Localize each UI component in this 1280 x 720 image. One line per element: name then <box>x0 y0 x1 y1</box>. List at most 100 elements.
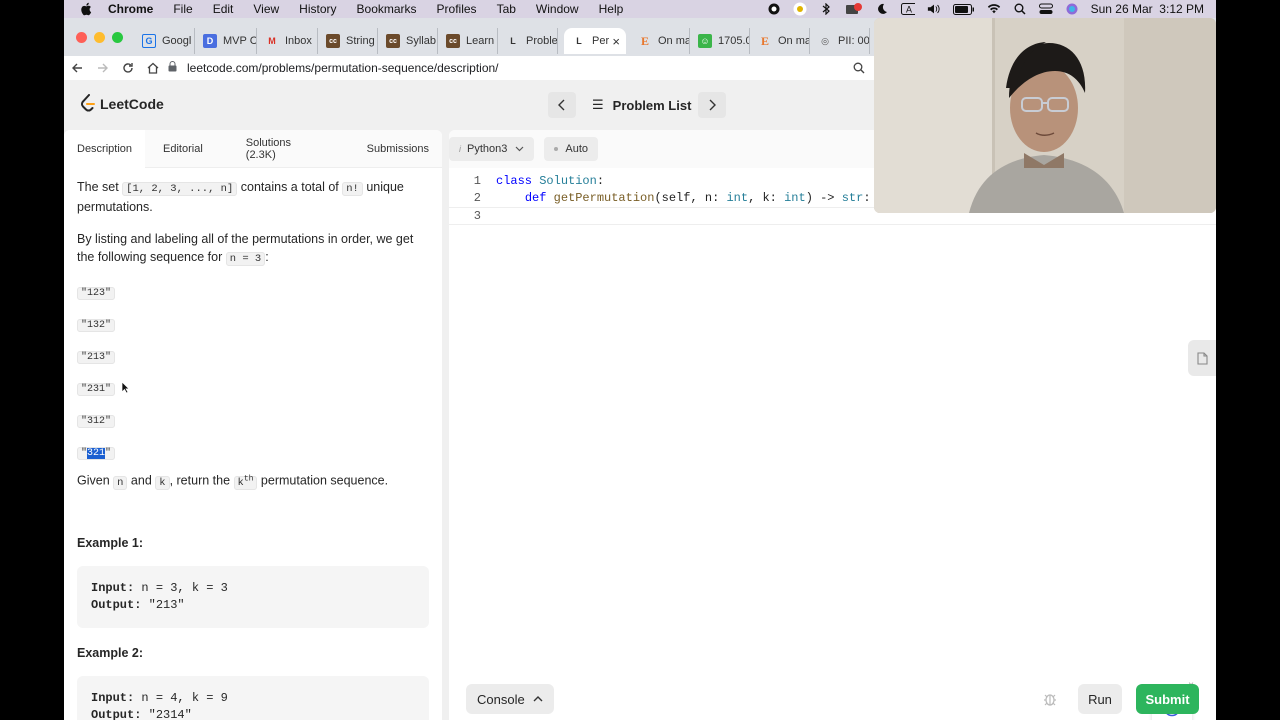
course-favicon-icon: cc <box>446 34 460 48</box>
permutation-code: "213" <box>77 351 116 364</box>
apple-icon[interactable] <box>80 2 94 16</box>
spotlight-search-icon[interactable] <box>1013 3 1027 15</box>
back-arrow-icon[interactable] <box>68 59 86 77</box>
tab-solutions[interactable]: Solutions (2.3K) <box>233 130 354 168</box>
close-tab-icon[interactable]: × <box>612 34 620 49</box>
class-name: Solution <box>532 173 597 188</box>
yellow-dot-icon[interactable] <box>793 2 807 16</box>
run-button[interactable]: Run <box>1078 684 1122 714</box>
auto-mode-button[interactable]: Auto <box>544 137 599 161</box>
browser-tab[interactable]: cc Syllab <box>378 28 438 54</box>
screen: Chrome File Edit View History Bookmarks … <box>0 0 1280 720</box>
leetcode-logo-text: LeetCode <box>100 96 164 112</box>
tab-editorial[interactable]: Editorial <box>145 130 233 168</box>
browser-tab[interactable]: G Googl <box>134 28 195 54</box>
menu-edit[interactable]: Edit <box>213 2 234 16</box>
leetcode-logo[interactable]: LeetCode <box>80 94 164 114</box>
tab-description[interactable]: Description <box>64 130 146 168</box>
notification-badge-icon[interactable] <box>845 3 863 15</box>
moon-icon[interactable] <box>875 3 889 15</box>
url-field[interactable]: leetcode.com/problems/permutation-sequen… <box>168 56 868 80</box>
browser-tab[interactable]: E On ma <box>750 28 810 54</box>
menu-view[interactable]: View <box>253 2 279 16</box>
params: (self, n: <box>654 191 727 206</box>
browser-tab[interactable]: cc Learn <box>438 28 498 54</box>
tab-submissions[interactable]: Submissions <box>354 130 442 168</box>
description-paragraph: By listing and labeling all of the permu… <box>77 230 429 268</box>
dot-icon <box>554 147 559 151</box>
elsevier-favicon-icon: E <box>760 33 769 48</box>
menu-bookmarks[interactable]: Bookmarks <box>357 2 417 16</box>
browser-tab[interactable]: L Proble <box>498 28 558 54</box>
chevron-up-icon <box>533 696 543 702</box>
webcam-overlay[interactable] <box>874 18 1216 213</box>
params: ) -> <box>805 191 842 206</box>
keyword: def <box>524 191 547 206</box>
battery-icon[interactable] <box>952 3 975 15</box>
text: : <box>265 250 269 264</box>
browser-tab[interactable]: ☺ 1705.0 <box>690 28 750 54</box>
list-item: "231" <box>77 378 429 399</box>
permutation-list: "123" "132" "213" "231" "312" "321" <box>77 282 429 463</box>
menu-history[interactable]: History <box>299 2 336 16</box>
previous-problem-button[interactable] <box>548 92 576 118</box>
home-icon[interactable] <box>144 59 162 77</box>
notes-side-tab[interactable] <box>1188 340 1216 376</box>
menu-file[interactable]: File <box>173 2 192 16</box>
lock-icon[interactable] <box>168 61 177 75</box>
problem-description: The set [1, 2, 3, ..., n] contains a tot… <box>64 168 442 720</box>
globe-favicon-icon: ◎ <box>821 35 829 46</box>
inline-code: kth <box>233 474 258 490</box>
menu-clock[interactable]: Sun 26 Mar 3:12 PM <box>1091 2 1204 16</box>
minimize-window-button[interactable] <box>94 32 105 43</box>
browser-tab[interactable]: E On ma <box>630 28 690 54</box>
next-problem-button[interactable] <box>698 92 726 118</box>
debug-bug-icon[interactable] <box>1041 690 1059 708</box>
tab-label: Learn <box>466 35 495 47</box>
leetcode-logo-icon <box>80 94 95 112</box>
browser-tab[interactable]: M Inbox <box>257 28 318 54</box>
submit-button[interactable]: Submit <box>1136 684 1199 714</box>
close-window-button[interactable] <box>76 32 87 43</box>
text: permutation sequence. <box>257 473 389 488</box>
volume-icon[interactable] <box>927 3 941 15</box>
menu-tab[interactable]: Tab <box>497 2 516 16</box>
inline-code: n <box>113 475 128 490</box>
menu-app-name[interactable]: Chrome <box>108 2 153 16</box>
bluetooth-icon[interactable] <box>819 3 833 15</box>
problem-list-button[interactable]: ☰ Problem List <box>592 92 691 118</box>
siri-icon[interactable] <box>1065 3 1079 15</box>
tab-label: On ma <box>778 35 810 47</box>
browser-tab[interactable]: ◎ PII: 00 <box>810 28 870 54</box>
tab-label: 1705.0 <box>718 35 750 47</box>
maximize-window-button[interactable] <box>112 32 123 43</box>
menu-help[interactable]: Help <box>599 2 624 16</box>
document-icon <box>1196 351 1208 365</box>
browser-tab-active[interactable]: L Per × <box>564 28 626 54</box>
browser-tab[interactable]: D MVP C <box>195 28 257 54</box>
input-source-icon[interactable]: A <box>900 3 915 15</box>
forward-arrow-icon[interactable] <box>94 59 112 77</box>
permutation-code: "123" <box>77 287 116 300</box>
type: int <box>726 191 749 206</box>
menu-window[interactable]: Window <box>536 2 579 16</box>
control-center-icon[interactable] <box>1038 3 1053 15</box>
browser-tab[interactable]: cc String <box>318 28 378 54</box>
list-item: "123" <box>77 282 429 303</box>
output-value: "213" <box>141 597 185 612</box>
record-icon[interactable] <box>767 3 781 15</box>
code-text: def getPermutation(self, n: int, k: int)… <box>496 191 871 205</box>
line-number: 1 <box>473 173 481 188</box>
console-button[interactable]: Console <box>466 684 554 714</box>
language-select[interactable]: i Python3 <box>449 137 535 161</box>
input-label: Input: <box>91 580 135 595</box>
example-box: Input: n = 4, k = 9 Output: "2314" <box>77 675 429 720</box>
leetcode-favicon-icon: L <box>510 36 516 46</box>
zoom-icon[interactable] <box>850 59 868 77</box>
reload-icon[interactable] <box>119 59 137 77</box>
text: Given <box>77 473 114 488</box>
console-label: Console <box>477 691 525 707</box>
panel-resize-handle[interactable] <box>442 130 449 720</box>
menu-profiles[interactable]: Profiles <box>437 2 477 16</box>
wifi-icon[interactable] <box>987 3 1001 15</box>
